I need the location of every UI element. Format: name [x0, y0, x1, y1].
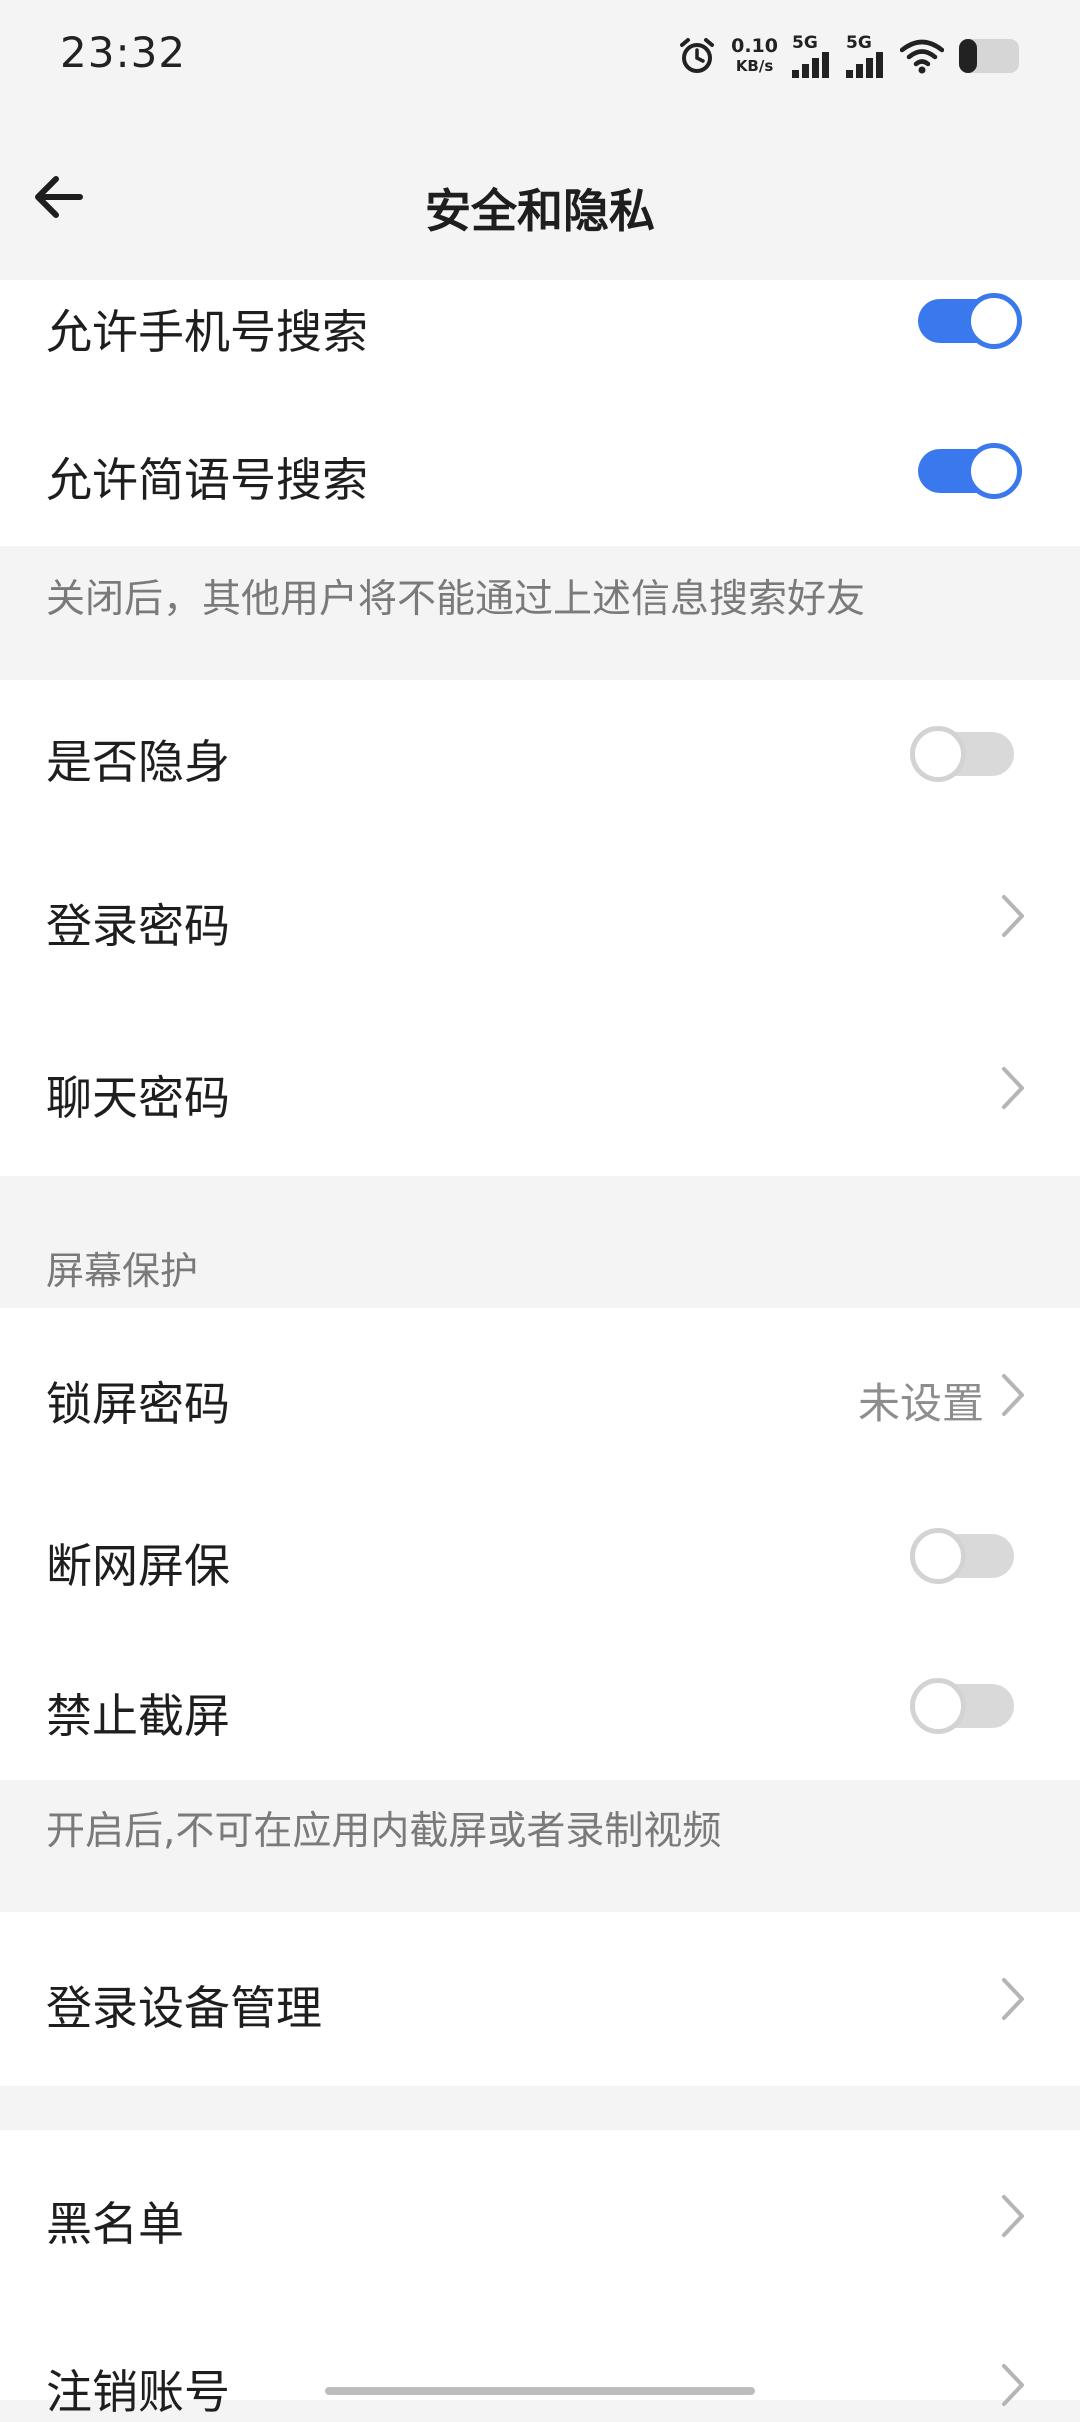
toggle-knob	[910, 726, 966, 782]
status-time: 23:32	[60, 28, 187, 77]
lock-password-row[interactable]: 锁屏密码	[46, 1368, 230, 1434]
toggle-knob	[910, 1528, 966, 1584]
network-speed-value: 0.10	[731, 35, 778, 57]
battery-icon	[959, 39, 1019, 73]
account-settings-card: 是否隐身 登录密码 聊天密码	[0, 680, 1080, 1176]
wifi-icon	[900, 39, 944, 74]
chevron-right-icon	[1002, 1978, 1024, 2020]
block-screenshot-label: 禁止截屏	[46, 1689, 230, 1743]
phone-search-label: 允许手机号搜索	[46, 305, 368, 359]
signal-bars-icon	[792, 52, 829, 78]
search-hint: 关闭后，其他用户将不能通过上述信息搜索好友	[46, 577, 866, 622]
signal-1-label: 5G	[792, 33, 818, 53]
offline-screensaver-label: 断网屏保	[46, 1539, 230, 1593]
chevron-right-icon	[1002, 1374, 1024, 1416]
status-icons: 0.10 KB/s 5G 5G	[677, 30, 1020, 82]
chevron-right-icon	[1002, 895, 1024, 937]
jianyu-search-toggle[interactable]	[918, 443, 1022, 499]
lock-password-value: 未设置	[858, 1379, 985, 1428]
signal-2-label: 5G	[846, 33, 872, 53]
chat-password-row[interactable]: 聊天密码	[46, 1062, 230, 1128]
status-bar: 23:32 0.10 KB/s 5G 5G	[0, 0, 1080, 115]
toggle-knob	[910, 1678, 966, 1734]
signal-2: 5G	[846, 34, 886, 78]
jianyu-search-label: 允许简语号搜索	[46, 453, 368, 507]
home-indicator[interactable]	[325, 2387, 755, 2395]
screenshot-hint: 开启后,不可在应用内截屏或者录制视频	[46, 1809, 722, 1854]
chevron-right-icon	[1002, 2364, 1024, 2406]
screen-protection-card: 锁屏密码 未设置 断网屏保 禁止截屏	[0, 1308, 1080, 1780]
screen-protection-section-title: 屏幕保护	[46, 1249, 199, 1293]
block-screenshot-toggle[interactable]	[910, 1678, 1014, 1734]
toggle-knob	[966, 293, 1022, 349]
cancel-account-row[interactable]: 注销账号	[46, 2356, 230, 2422]
blacklist-row[interactable]: 黑名单	[46, 2188, 184, 2254]
signal-1: 5G	[792, 34, 832, 78]
toggle-knob	[966, 443, 1022, 499]
alarm-icon	[680, 38, 715, 73]
device-manage-row[interactable]: 登录设备管理	[46, 1972, 322, 2038]
misc-card: 黑名单 注销账号	[0, 2130, 1080, 2419]
invisible-toggle[interactable]	[910, 726, 1014, 782]
chevron-right-icon	[1002, 1067, 1024, 1109]
invisible-label: 是否隐身	[46, 735, 230, 789]
device-card: 登录设备管理	[0, 1912, 1080, 2086]
network-speed-unit: KB/s	[735, 57, 774, 75]
chevron-right-icon	[1002, 2195, 1024, 2237]
phone-search-toggle[interactable]	[918, 293, 1022, 349]
network-speed: 0.10 KB/s	[731, 36, 778, 76]
login-password-row[interactable]: 登录密码	[46, 890, 230, 956]
page-title: 安全和隐私	[425, 184, 655, 238]
signal-bars-icon	[846, 52, 883, 78]
offline-screensaver-toggle[interactable]	[910, 1528, 1014, 1584]
search-settings-card: 允许手机号搜索 允许简语号搜索	[0, 280, 1080, 546]
